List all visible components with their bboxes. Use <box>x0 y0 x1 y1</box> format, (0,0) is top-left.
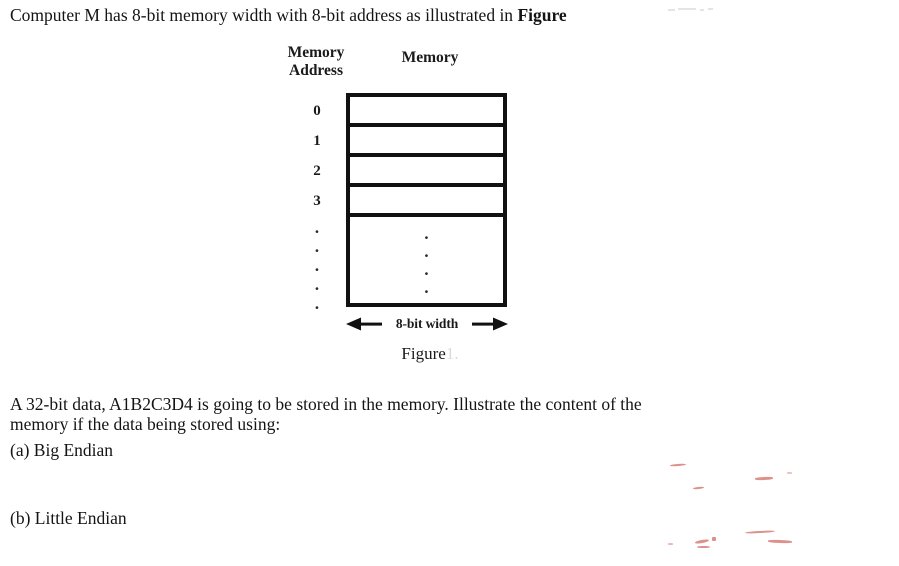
option-b-little-endian: (b) Little Endian <box>10 508 127 528</box>
memory-cell <box>350 187 503 217</box>
figure-caption-text: Figure <box>401 344 446 363</box>
address-label: 0 <box>313 103 321 119</box>
memory-address-header: Memory Address <box>276 44 356 80</box>
question-line-1: A 32-bit data, A1B2C3D4 is going to be s… <box>10 394 642 414</box>
memory-address-header-line1: Memory <box>287 44 345 61</box>
address-label: 1 <box>313 133 321 149</box>
address-label-column: 0 1 2 3 · · · · · <box>296 96 338 317</box>
question-paragraph: A 32-bit data, A1B2C3D4 is going to be s… <box>10 394 790 434</box>
memory-cell-continuation: · · · · <box>350 217 503 303</box>
address-label: 3 <box>313 193 321 209</box>
width-label: 8-bit width <box>395 316 459 331</box>
figure-reference-label: Figure <box>517 5 567 25</box>
memory-ellipsis-dots: · · · · <box>350 229 503 301</box>
intro-text: Computer M has 8-bit memory width with 8… <box>10 5 518 25</box>
address-dot: · <box>314 279 320 298</box>
intro-paragraph: Computer M has 8-bit memory width with 8… <box>10 4 710 26</box>
address-label: 2 <box>313 163 321 179</box>
memory-dot: · <box>423 264 430 283</box>
memory-dot: · <box>423 246 430 265</box>
width-dimension-arrow: 8-bit width <box>344 314 510 334</box>
memory-dot: · <box>423 228 430 247</box>
address-dot: · <box>314 222 320 241</box>
memory-cell <box>350 157 503 187</box>
memory-header: Memory <box>401 49 459 66</box>
address-dot: · <box>314 298 320 317</box>
address-dot: · <box>314 241 320 260</box>
memory-cell <box>350 97 503 127</box>
address-dot: · <box>314 260 320 279</box>
memory-address-header-line2: Address <box>289 62 343 79</box>
question-line-2: memory if the data being stored using: <box>10 414 281 434</box>
address-ellipsis-dots: · · · · · <box>296 216 338 317</box>
figure-caption: Figure1. <box>330 344 530 364</box>
memory-dot: · <box>423 282 430 301</box>
memory-figure: Memory Address Memory 0 1 2 3 · · · · · … <box>0 38 899 378</box>
memory-grid: · · · · <box>346 93 507 307</box>
memory-cell <box>350 127 503 157</box>
option-a-big-endian: (a) Big Endian <box>10 440 114 460</box>
figure-caption-faded-number: 1. <box>445 344 459 363</box>
